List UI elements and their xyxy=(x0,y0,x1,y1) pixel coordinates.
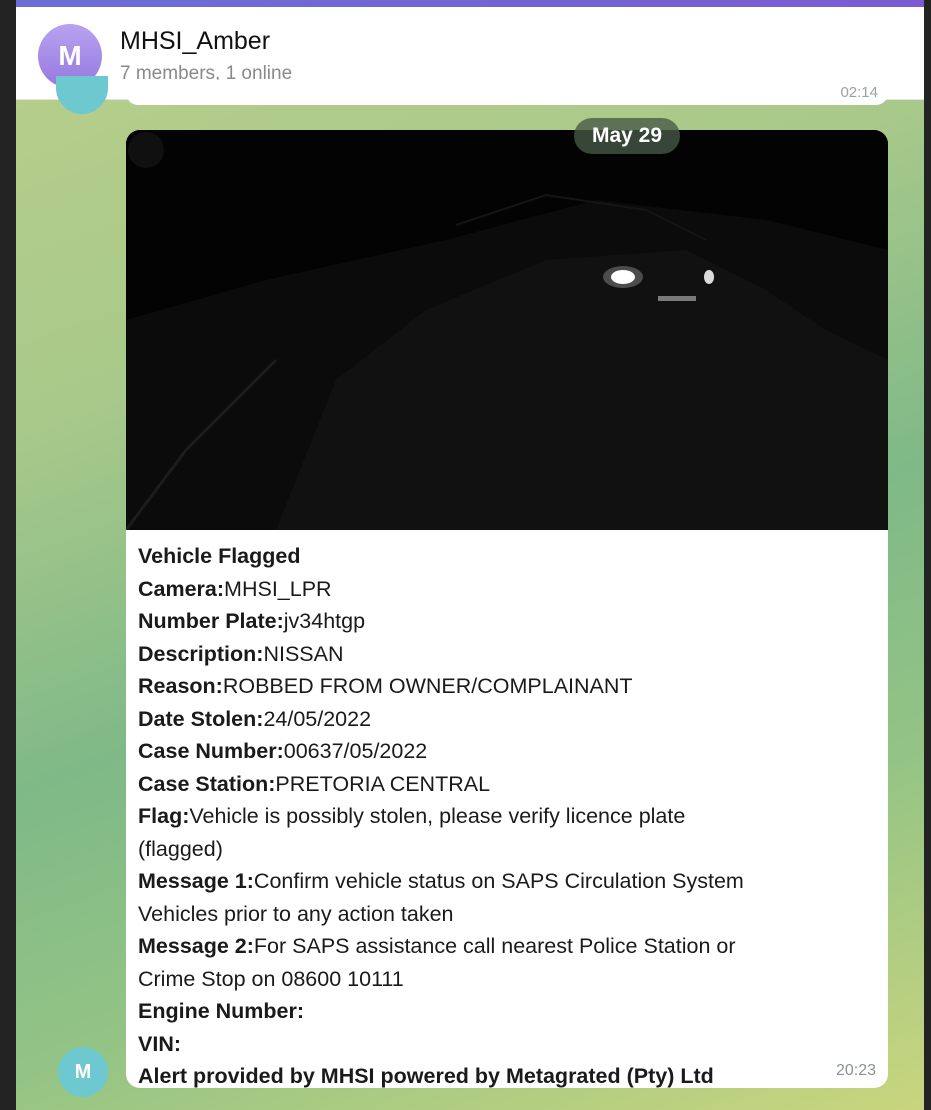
date-stolen-value: 24/05/2022 xyxy=(263,706,372,731)
previous-message-time: 02:14 xyxy=(840,84,878,101)
chat-window: M MHSI_Amber 7 members, 1 online 02:14 V… xyxy=(16,0,924,1110)
number-plate-label: Number Plate: xyxy=(138,609,284,633)
vehicle-photo[interactable] xyxy=(126,130,888,530)
message-1-label: Message 1: xyxy=(138,869,254,893)
reason-label: Reason: xyxy=(138,674,223,698)
case-station-label: Case Station: xyxy=(138,771,276,796)
description-value: NISSAN xyxy=(263,641,344,666)
message-text: Vehicle Flagged Camera:MHSI_LPR Number P… xyxy=(138,540,878,1088)
alert-title: Vehicle Flagged xyxy=(138,544,301,568)
vin-label: VIN: xyxy=(138,1031,181,1056)
date-stolen-label: Date Stolen: xyxy=(138,706,264,731)
message-1-value: Confirm vehicle status on SAPS Circulati… xyxy=(253,869,744,893)
reason-value: ROBBED FROM OWNER/COMPLAINANT xyxy=(222,674,633,698)
number-plate-value: jv34htgp xyxy=(283,609,366,633)
sender-avatar[interactable]: M xyxy=(58,1047,108,1097)
accent-bar xyxy=(16,0,924,7)
engine-number-label: Engine Number: xyxy=(138,999,305,1023)
flag-label: Flag: xyxy=(138,804,190,828)
flag-value: Vehicle is possibly stolen, please verif… xyxy=(189,804,686,828)
date-separator: May 29 xyxy=(574,118,680,154)
flag-value-cont: (flagged) xyxy=(138,836,223,861)
previous-sender-avatar[interactable] xyxy=(56,76,108,114)
alert-footer: Alert provided by MHSI powered by Metagr… xyxy=(138,1064,714,1088)
message-bubble[interactable]: Vehicle Flagged Camera:MHSI_LPR Number P… xyxy=(126,130,888,1088)
chat-title[interactable]: MHSI_Amber xyxy=(120,27,270,56)
previous-message-bubble[interactable]: 02:14 xyxy=(126,80,888,105)
vehicle-photo-image xyxy=(126,130,888,530)
message-time: 20:23 xyxy=(835,1062,876,1079)
message-2-label: Message 2: xyxy=(138,934,254,958)
message-2-value-cont: Crime Stop on 08600 10111 xyxy=(138,966,404,991)
case-number-value: 00637/05/2022 xyxy=(283,739,428,763)
camera-value: MHSI_LPR xyxy=(224,576,332,601)
case-station-value: PRETORIA CENTRAL xyxy=(275,771,491,796)
description-label: Description: xyxy=(138,641,264,666)
message-1-value-cont: Vehicles prior to any action taken xyxy=(138,901,454,926)
message-2-value: For SAPS assistance call nearest Police … xyxy=(253,934,736,958)
camera-label: Camera: xyxy=(138,576,225,601)
case-number-label: Case Number: xyxy=(138,739,284,763)
